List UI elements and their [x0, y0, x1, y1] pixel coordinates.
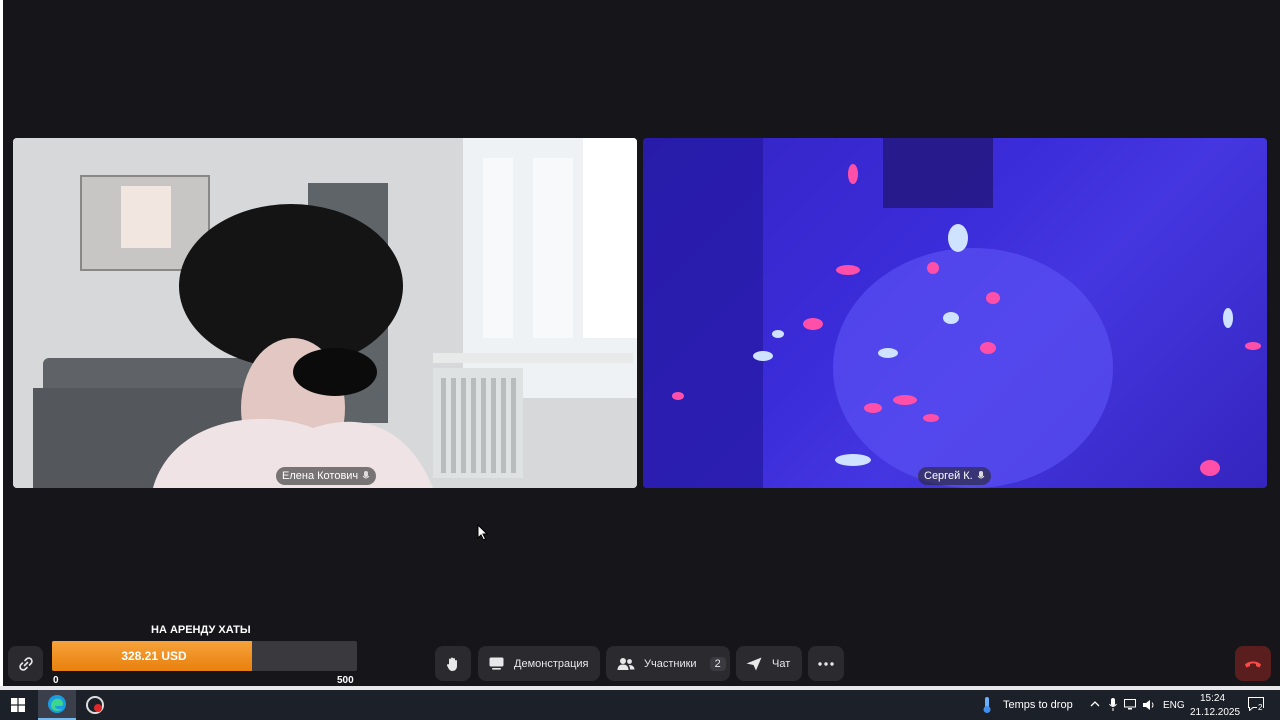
screen-icon — [489, 657, 504, 670]
mic-icon — [977, 471, 985, 479]
edge-browser-icon — [48, 695, 66, 713]
clock-time[interactable]: 15:24 — [1200, 693, 1225, 704]
fundraiser-progress-bar: 328.21 USD — [52, 641, 357, 671]
taskbar: Temps to drop ENG 15:24 21.12.2025 2 — [0, 690, 1280, 720]
network-icon[interactable] — [1124, 699, 1138, 710]
hang-up-button[interactable] — [1235, 646, 1271, 681]
hang-up-icon — [1245, 661, 1261, 667]
hand-icon — [446, 657, 457, 671]
mic-icon — [362, 471, 370, 479]
chevron-up-icon[interactable] — [1090, 700, 1100, 708]
screen-share-label: Демонстрация — [514, 657, 589, 670]
screen-share-button[interactable]: Демонстрация — [478, 646, 600, 681]
chat-label: Чат — [772, 657, 791, 670]
volume-icon[interactable] — [1142, 699, 1156, 711]
people-icon — [617, 657, 635, 670]
video-frame-sergey — [643, 138, 1267, 488]
participants-count-badge: 2 — [709, 656, 726, 671]
copy-link-button[interactable] — [8, 646, 43, 681]
video-tile-elena[interactable]: Елена Котович — [13, 138, 637, 488]
raise-hand-button[interactable] — [435, 646, 471, 681]
participant-name: Сергей К. — [924, 470, 973, 482]
more-button[interactable] — [808, 646, 844, 681]
participant-name: Елена Котович — [282, 470, 359, 482]
participant-name-tag: Елена Котович — [276, 467, 377, 485]
video-tile-sergey[interactable]: Сергей К. — [643, 138, 1267, 488]
weather-text[interactable]: Temps to drop — [1003, 699, 1073, 711]
thermometer-icon — [983, 697, 991, 713]
notifications-button[interactable]: 2 — [1248, 697, 1264, 713]
chat-button[interactable]: Чат — [736, 646, 802, 681]
language-indicator[interactable]: ENG — [1163, 700, 1185, 711]
fundraiser-max: 500 — [337, 675, 354, 686]
conference-app: Елена Котович Сергей К. НА АРЕНДУ ХАТЫ 3… — [3, 0, 1280, 686]
fundraiser-title: НА АРЕНДУ ХАТЫ — [151, 624, 251, 636]
taskbar-app-edge[interactable] — [38, 690, 76, 720]
participants-button[interactable]: Участники 2 — [606, 646, 730, 681]
video-frame-elena — [13, 138, 637, 488]
start-button[interactable] — [0, 690, 36, 720]
more-icon — [818, 661, 834, 666]
microphone-icon[interactable] — [1109, 698, 1117, 711]
fundraiser-amount: 328.21 USD — [121, 649, 187, 663]
send-icon — [746, 657, 762, 670]
taskbar-app-recorder[interactable] — [80, 690, 110, 720]
recorder-icon — [86, 696, 104, 714]
windows-logo-icon — [11, 698, 25, 712]
clock-date[interactable]: 21.12.2025 — [1190, 707, 1240, 718]
link-icon — [18, 656, 33, 671]
notification-count: 2 — [1257, 703, 1264, 712]
fundraiser-min: 0 — [53, 675, 59, 686]
participant-name-tag: Сергей К. — [918, 467, 991, 485]
participants-label: Участники — [644, 657, 697, 670]
mouse-cursor-icon — [477, 524, 489, 541]
